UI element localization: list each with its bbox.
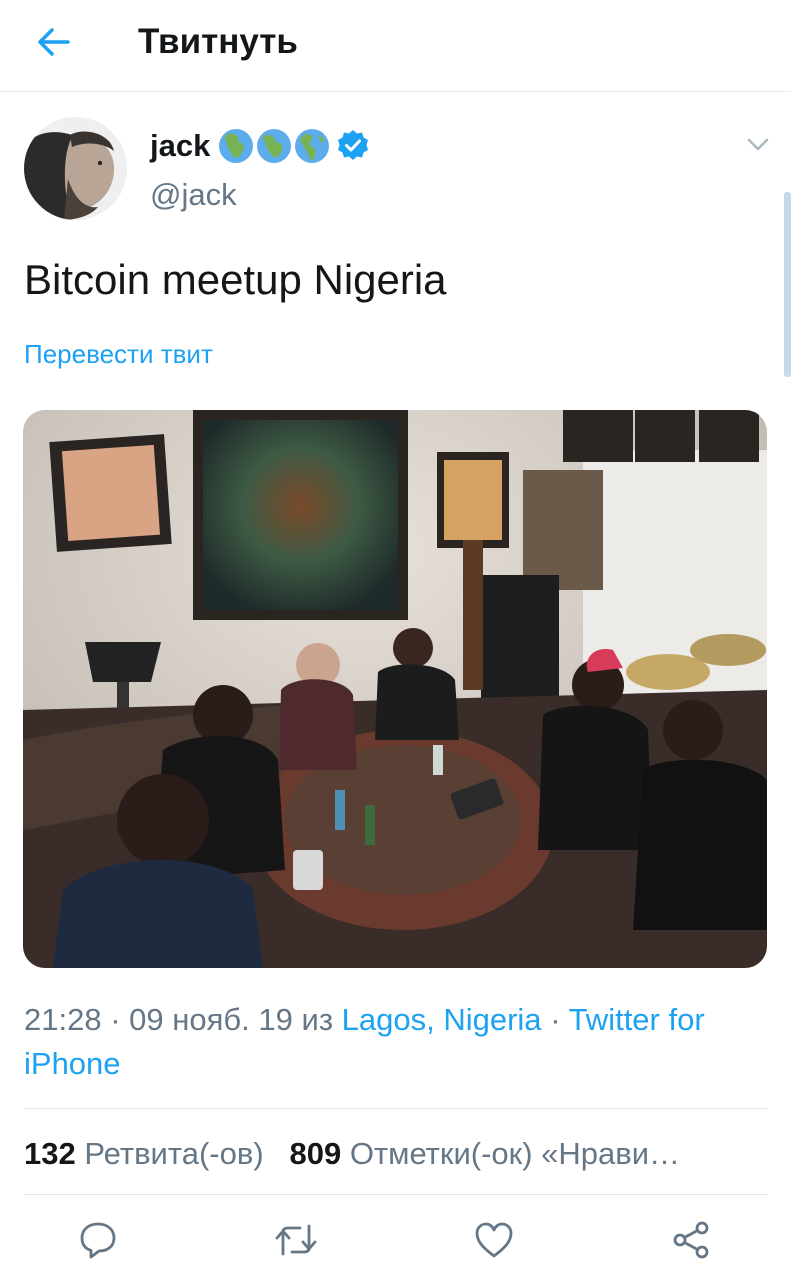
globe-americas-icon [295, 129, 330, 163]
avatar[interactable] [24, 117, 127, 220]
likes-label: Отметки(-ок) «Нрави… [349, 1136, 681, 1171]
divider [24, 1194, 768, 1195]
globe-africa-icon [257, 129, 292, 163]
reply-button[interactable] [70, 1212, 126, 1268]
retweets-stat[interactable]: 132 Ретвита(-ов) [24, 1136, 264, 1171]
share-button[interactable] [663, 1212, 719, 1268]
retweet-button[interactable] [268, 1212, 324, 1268]
like-icon [475, 1222, 513, 1258]
scrollbar[interactable] [784, 192, 791, 377]
arrow-left-icon [38, 28, 70, 56]
tweet-stats: 132 Ретвита(-ов) 809 Отметки(-ок) «Нрави… [24, 1130, 764, 1178]
tweet-photo[interactable] [23, 410, 767, 968]
retweets-count: 132 [24, 1136, 76, 1171]
back-button[interactable] [30, 22, 78, 62]
tweet-date: 09 нояб. 19 [129, 1002, 293, 1037]
divider [24, 1108, 768, 1109]
like-button[interactable] [466, 1212, 522, 1268]
top-bar: Твитнуть [0, 0, 791, 92]
tweet-text: Bitcoin meetup Nigeria [24, 256, 447, 303]
author-row: jack [150, 124, 370, 168]
translate-tweet-link[interactable]: Перевести твит [24, 336, 213, 372]
author-name[interactable]: jack [150, 124, 210, 168]
author-handle[interactable]: @jack [150, 175, 237, 215]
reply-icon [80, 1222, 116, 1259]
action-bar [0, 1212, 791, 1270]
page-title: Твитнуть [138, 22, 298, 61]
meta-separator: · [110, 1002, 121, 1037]
from-label: из [301, 1002, 334, 1037]
tweet-time: 21:28 [24, 1002, 102, 1037]
likes-count: 809 [289, 1136, 342, 1171]
tweet-menu-button[interactable] [740, 130, 776, 160]
retweet-icon [275, 1224, 317, 1256]
chevron-down-icon [747, 138, 769, 151]
meta-separator: · [550, 1002, 561, 1037]
location-link[interactable]: Lagos, Nigeria [342, 1002, 542, 1037]
tweet-meta: 21:28 · 09 нояб. 19 из Lagos, Nigeria · … [24, 998, 764, 1086]
verified-icon [338, 130, 369, 160]
retweets-label: Ретвита(-ов) [84, 1136, 264, 1171]
globe-africa-icon [219, 129, 254, 163]
likes-stat[interactable]: 809 Отметки(-ок) «Нрави… [289, 1136, 680, 1171]
share-icon [673, 1221, 709, 1259]
